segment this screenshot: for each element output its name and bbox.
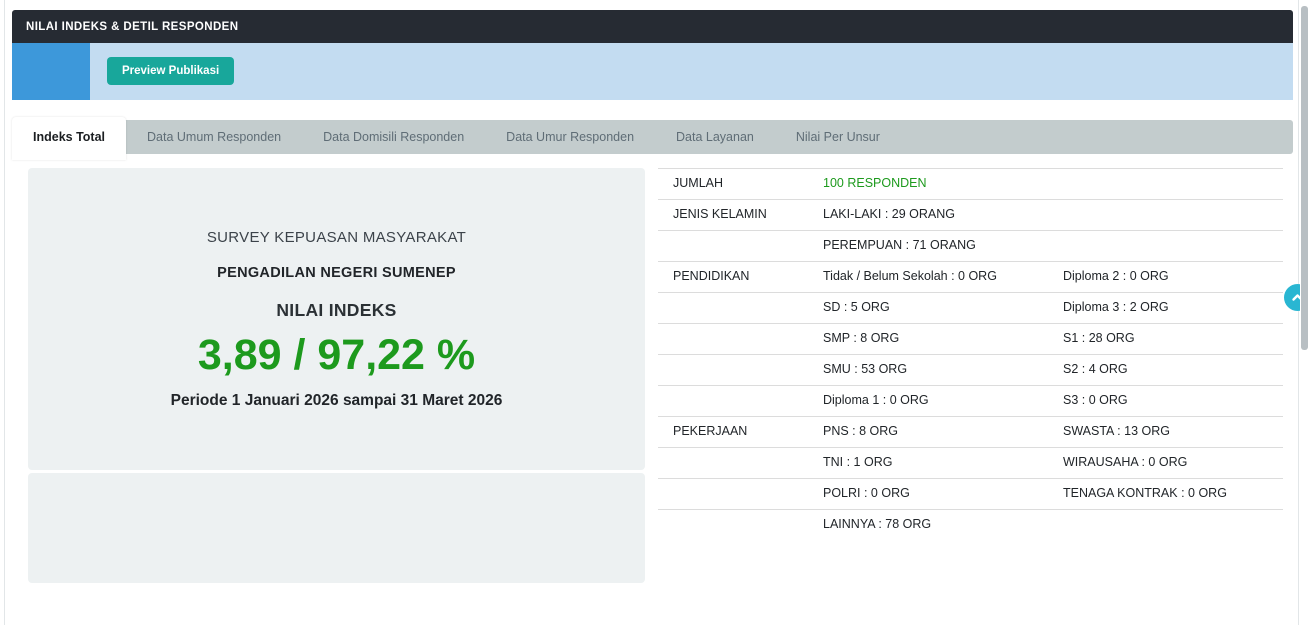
row-value: SMP : 8 ORG <box>823 324 1063 354</box>
toolbar: Preview Publikasi <box>12 43 1293 100</box>
table-row: LAINNYA : 78 ORG <box>658 509 1283 540</box>
panel-header: NILAI INDEKS & DETIL RESPONDEN <box>12 10 1293 43</box>
table-row: JUMLAH100 RESPONDEN <box>658 168 1283 199</box>
row-value <box>1063 200 1283 230</box>
row-value: POLRI : 0 ORG <box>823 479 1063 509</box>
summary-card: SURVEY KEPUASAN MASYARAKAT PENGADILAN NE… <box>28 168 645 470</box>
secondary-card <box>28 473 645 583</box>
tab-data-umur-responden[interactable]: Data Umur Responden <box>485 120 655 154</box>
row-label <box>658 448 823 478</box>
row-value: PEREMPUAN : 71 ORANG <box>823 231 1063 261</box>
row-value: TNI : 1 ORG <box>823 448 1063 478</box>
row-value: SWASTA : 13 ORG <box>1063 417 1283 447</box>
row-value <box>1063 169 1283 199</box>
tab-data-umum-responden[interactable]: Data Umum Responden <box>126 120 302 154</box>
row-label: JENIS KELAMIN <box>658 200 823 230</box>
row-value: TENAGA KONTRAK : 0 ORG <box>1063 479 1283 509</box>
row-value: PNS : 8 ORG <box>823 417 1063 447</box>
table-row: JENIS KELAMINLAKI-LAKI : 29 ORANG <box>658 199 1283 230</box>
content-left-border <box>4 0 5 625</box>
row-value: SD : 5 ORG <box>823 293 1063 323</box>
row-label <box>658 231 823 261</box>
content-right-border <box>1298 0 1299 625</box>
row-value: Tidak / Belum Sekolah : 0 ORG <box>823 262 1063 292</box>
tab-data-layanan[interactable]: Data Layanan <box>655 120 775 154</box>
row-value: S2 : 4 ORG <box>1063 355 1283 385</box>
period-text: Periode 1 Januari 2026 sampai 31 Maret 2… <box>171 392 503 410</box>
index-value: 3,89 / 97,22 % <box>198 331 475 380</box>
institution-name: PENGADILAN NEGERI SUMENEP <box>217 265 456 281</box>
table-row: TNI : 1 ORGWIRAUSAHA : 0 ORG <box>658 447 1283 478</box>
row-value: LAINNYA : 78 ORG <box>823 510 1063 540</box>
row-label <box>658 510 823 540</box>
scrollbar <box>1300 0 1309 625</box>
table-row: SD : 5 ORGDiploma 3 : 2 ORG <box>658 292 1283 323</box>
tab-nilai-per-unsur[interactable]: Nilai Per Unsur <box>775 120 901 154</box>
page-title: NILAI INDEKS & DETIL RESPONDEN <box>12 21 238 33</box>
row-label: JUMLAH <box>658 169 823 199</box>
row-label <box>658 324 823 354</box>
row-value: LAKI-LAKI : 29 ORANG <box>823 200 1063 230</box>
row-value <box>1063 510 1283 540</box>
table-row: PEKERJAANPNS : 8 ORGSWASTA : 13 ORG <box>658 416 1283 447</box>
scrollbar-thumb[interactable] <box>1301 6 1308 350</box>
blue-accent-block <box>12 43 90 100</box>
table-row: SMP : 8 ORGS1 : 28 ORG <box>658 323 1283 354</box>
table-row: SMU : 53 ORGS2 : 4 ORG <box>658 354 1283 385</box>
row-label: PENDIDIKAN <box>658 262 823 292</box>
tab-indeks-total[interactable]: Indeks Total <box>12 117 126 160</box>
row-value: Diploma 1 : 0 ORG <box>823 386 1063 416</box>
row-label <box>658 355 823 385</box>
table-row: PENDIDIKANTidak / Belum Sekolah : 0 ORGD… <box>658 261 1283 292</box>
row-value: S3 : 0 ORG <box>1063 386 1283 416</box>
row-value: S1 : 28 ORG <box>1063 324 1283 354</box>
table-row: PEREMPUAN : 71 ORANG <box>658 230 1283 261</box>
index-label: NILAI INDEKS <box>276 300 396 321</box>
row-label: PEKERJAAN <box>658 417 823 447</box>
preview-publikasi-button[interactable]: Preview Publikasi <box>107 57 234 85</box>
table-row: Diploma 1 : 0 ORGS3 : 0 ORG <box>658 385 1283 416</box>
row-label <box>658 293 823 323</box>
row-label <box>658 479 823 509</box>
row-value: Diploma 3 : 2 ORG <box>1063 293 1283 323</box>
respondent-table: JUMLAH100 RESPONDENJENIS KELAMINLAKI-LAK… <box>658 168 1283 540</box>
row-value: Diploma 2 : 0 ORG <box>1063 262 1283 292</box>
row-value: WIRAUSAHA : 0 ORG <box>1063 448 1283 478</box>
row-label <box>658 386 823 416</box>
tab-bar: Indeks TotalData Umum RespondenData Domi… <box>12 120 1293 154</box>
row-value <box>1063 231 1283 261</box>
row-value: SMU : 53 ORG <box>823 355 1063 385</box>
row-value: 100 RESPONDEN <box>823 169 1063 199</box>
table-row: POLRI : 0 ORGTENAGA KONTRAK : 0 ORG <box>658 478 1283 509</box>
tab-data-domisili-responden[interactable]: Data Domisili Responden <box>302 120 485 154</box>
survey-title: SURVEY KEPUASAN MASYARAKAT <box>207 229 466 246</box>
